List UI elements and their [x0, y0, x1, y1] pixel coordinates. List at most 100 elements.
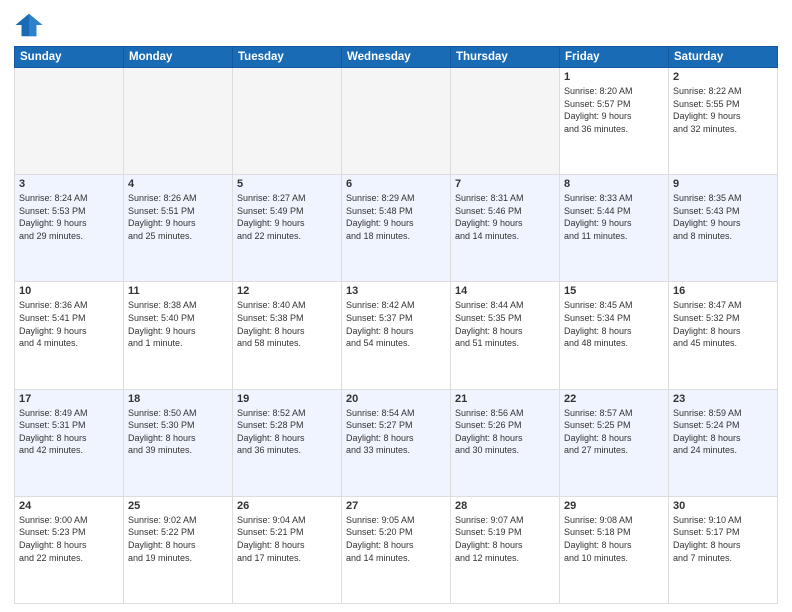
day-info: Sunrise: 8:38 AM Sunset: 5:40 PM Dayligh…	[128, 299, 228, 349]
day-number: 30	[673, 500, 773, 512]
calendar-header-sunday: Sunday	[15, 47, 124, 68]
day-number: 27	[346, 500, 446, 512]
calendar-cell: 18 Sunrise: 8:50 AM Sunset: 5:30 PM Dayli…	[124, 389, 233, 496]
day-info: Sunrise: 8:45 AM Sunset: 5:34 PM Dayligh…	[564, 299, 664, 349]
day-number: 3	[19, 178, 119, 190]
day-number: 4	[128, 178, 228, 190]
day-info: Sunrise: 9:05 AM Sunset: 5:20 PM Dayligh…	[346, 514, 446, 564]
day-number: 19	[237, 393, 337, 405]
calendar-header-tuesday: Tuesday	[233, 47, 342, 68]
calendar-cell	[451, 68, 560, 175]
day-info: Sunrise: 8:20 AM Sunset: 5:57 PM Dayligh…	[564, 85, 664, 135]
calendar-cell: 13 Sunrise: 8:42 AM Sunset: 5:37 PM Dayli…	[342, 282, 451, 389]
day-number: 16	[673, 285, 773, 297]
logo	[14, 10, 48, 40]
day-number: 12	[237, 285, 337, 297]
day-info: Sunrise: 8:35 AM Sunset: 5:43 PM Dayligh…	[673, 192, 773, 242]
calendar-cell	[342, 68, 451, 175]
calendar-cell: 27 Sunrise: 9:05 AM Sunset: 5:20 PM Dayli…	[342, 496, 451, 603]
logo-icon	[14, 10, 44, 40]
calendar-cell: 3 Sunrise: 8:24 AM Sunset: 5:53 PM Daylig…	[15, 175, 124, 282]
calendar-week-2: 3 Sunrise: 8:24 AM Sunset: 5:53 PM Daylig…	[15, 175, 778, 282]
day-number: 6	[346, 178, 446, 190]
day-number: 15	[564, 285, 664, 297]
calendar-week-1: 1Sunrise: 8:20 AM Sunset: 5:57 PM Daylig…	[15, 68, 778, 175]
calendar-cell: 26 Sunrise: 9:04 AM Sunset: 5:21 PM Dayli…	[233, 496, 342, 603]
calendar-cell: 6Sunrise: 8:29 AM Sunset: 5:48 PM Daylig…	[342, 175, 451, 282]
calendar-cell: 16Sunrise: 8:47 AM Sunset: 5:32 PM Dayli…	[669, 282, 778, 389]
day-number: 25	[128, 500, 228, 512]
calendar-header-wednesday: Wednesday	[342, 47, 451, 68]
calendar-cell: 20 Sunrise: 8:54 AM Sunset: 5:27 PM Dayli…	[342, 389, 451, 496]
calendar-cell: 8 Sunrise: 8:33 AM Sunset: 5:44 PM Daylig…	[560, 175, 669, 282]
calendar-header-thursday: Thursday	[451, 47, 560, 68]
day-number: 10	[19, 285, 119, 297]
calendar-cell: 11 Sunrise: 8:38 AM Sunset: 5:40 PM Dayli…	[124, 282, 233, 389]
day-number: 28	[455, 500, 555, 512]
header	[14, 10, 778, 40]
calendar-cell: 1Sunrise: 8:20 AM Sunset: 5:57 PM Daylig…	[560, 68, 669, 175]
day-info: Sunrise: 8:57 AM Sunset: 5:25 PM Dayligh…	[564, 407, 664, 457]
calendar-cell	[124, 68, 233, 175]
day-info: Sunrise: 9:10 AM Sunset: 5:17 PM Dayligh…	[673, 514, 773, 564]
calendar-week-3: 10Sunrise: 8:36 AM Sunset: 5:41 PM Dayli…	[15, 282, 778, 389]
day-number: 18	[128, 393, 228, 405]
day-info: Sunrise: 8:44 AM Sunset: 5:35 PM Dayligh…	[455, 299, 555, 349]
calendar-cell	[15, 68, 124, 175]
calendar-cell: 25 Sunrise: 9:02 AM Sunset: 5:22 PM Dayli…	[124, 496, 233, 603]
day-info: Sunrise: 9:02 AM Sunset: 5:22 PM Dayligh…	[128, 514, 228, 564]
day-info: Sunrise: 8:56 AM Sunset: 5:26 PM Dayligh…	[455, 407, 555, 457]
day-number: 8	[564, 178, 664, 190]
day-info: Sunrise: 8:42 AM Sunset: 5:37 PM Dayligh…	[346, 299, 446, 349]
calendar-cell: 24 Sunrise: 9:00 AM Sunset: 5:23 PM Dayli…	[15, 496, 124, 603]
day-number: 23	[673, 393, 773, 405]
day-number: 20	[346, 393, 446, 405]
calendar-header-row: SundayMondayTuesdayWednesdayThursdayFrid…	[15, 47, 778, 68]
calendar-cell: 4 Sunrise: 8:26 AM Sunset: 5:51 PM Daylig…	[124, 175, 233, 282]
calendar-cell: 28 Sunrise: 9:07 AM Sunset: 5:19 PM Dayli…	[451, 496, 560, 603]
calendar-header-monday: Monday	[124, 47, 233, 68]
calendar-cell: 14 Sunrise: 8:44 AM Sunset: 5:35 PM Dayli…	[451, 282, 560, 389]
day-number: 24	[19, 500, 119, 512]
calendar-cell: 7 Sunrise: 8:31 AM Sunset: 5:46 PM Daylig…	[451, 175, 560, 282]
day-number: 29	[564, 500, 664, 512]
page: SundayMondayTuesdayWednesdayThursdayFrid…	[0, 0, 792, 612]
day-info: Sunrise: 8:27 AM Sunset: 5:49 PM Dayligh…	[237, 192, 337, 242]
day-number: 7	[455, 178, 555, 190]
day-info: Sunrise: 9:00 AM Sunset: 5:23 PM Dayligh…	[19, 514, 119, 564]
calendar-cell: 23 Sunrise: 8:59 AM Sunset: 5:24 PM Dayli…	[669, 389, 778, 496]
calendar-cell: 19Sunrise: 8:52 AM Sunset: 5:28 PM Dayli…	[233, 389, 342, 496]
calendar-cell: 30 Sunrise: 9:10 AM Sunset: 5:17 PM Dayli…	[669, 496, 778, 603]
day-number: 5	[237, 178, 337, 190]
calendar-header-saturday: Saturday	[669, 47, 778, 68]
calendar-cell: 29Sunrise: 9:08 AM Sunset: 5:18 PM Dayli…	[560, 496, 669, 603]
calendar-cell: 15 Sunrise: 8:45 AM Sunset: 5:34 PM Dayli…	[560, 282, 669, 389]
day-info: Sunrise: 8:50 AM Sunset: 5:30 PM Dayligh…	[128, 407, 228, 457]
calendar-cell: 9Sunrise: 8:35 AM Sunset: 5:43 PM Daylig…	[669, 175, 778, 282]
day-number: 21	[455, 393, 555, 405]
calendar-week-4: 17Sunrise: 8:49 AM Sunset: 5:31 PM Dayli…	[15, 389, 778, 496]
day-number: 26	[237, 500, 337, 512]
day-info: Sunrise: 8:59 AM Sunset: 5:24 PM Dayligh…	[673, 407, 773, 457]
day-number: 22	[564, 393, 664, 405]
day-info: Sunrise: 8:49 AM Sunset: 5:31 PM Dayligh…	[19, 407, 119, 457]
day-info: Sunrise: 8:22 AM Sunset: 5:55 PM Dayligh…	[673, 85, 773, 135]
calendar-cell: 10Sunrise: 8:36 AM Sunset: 5:41 PM Dayli…	[15, 282, 124, 389]
day-number: 2	[673, 71, 773, 83]
day-info: Sunrise: 9:07 AM Sunset: 5:19 PM Dayligh…	[455, 514, 555, 564]
calendar: SundayMondayTuesdayWednesdayThursdayFrid…	[14, 46, 778, 604]
calendar-cell: 5 Sunrise: 8:27 AM Sunset: 5:49 PM Daylig…	[233, 175, 342, 282]
calendar-cell: 17Sunrise: 8:49 AM Sunset: 5:31 PM Dayli…	[15, 389, 124, 496]
calendar-header-friday: Friday	[560, 47, 669, 68]
day-number: 13	[346, 285, 446, 297]
calendar-cell: 2 Sunrise: 8:22 AM Sunset: 5:55 PM Daylig…	[669, 68, 778, 175]
day-number: 14	[455, 285, 555, 297]
day-info: Sunrise: 8:24 AM Sunset: 5:53 PM Dayligh…	[19, 192, 119, 242]
day-info: Sunrise: 9:04 AM Sunset: 5:21 PM Dayligh…	[237, 514, 337, 564]
day-info: Sunrise: 8:54 AM Sunset: 5:27 PM Dayligh…	[346, 407, 446, 457]
day-info: Sunrise: 8:33 AM Sunset: 5:44 PM Dayligh…	[564, 192, 664, 242]
day-info: Sunrise: 8:26 AM Sunset: 5:51 PM Dayligh…	[128, 192, 228, 242]
day-info: Sunrise: 8:31 AM Sunset: 5:46 PM Dayligh…	[455, 192, 555, 242]
day-number: 11	[128, 285, 228, 297]
calendar-cell: 12Sunrise: 8:40 AM Sunset: 5:38 PM Dayli…	[233, 282, 342, 389]
